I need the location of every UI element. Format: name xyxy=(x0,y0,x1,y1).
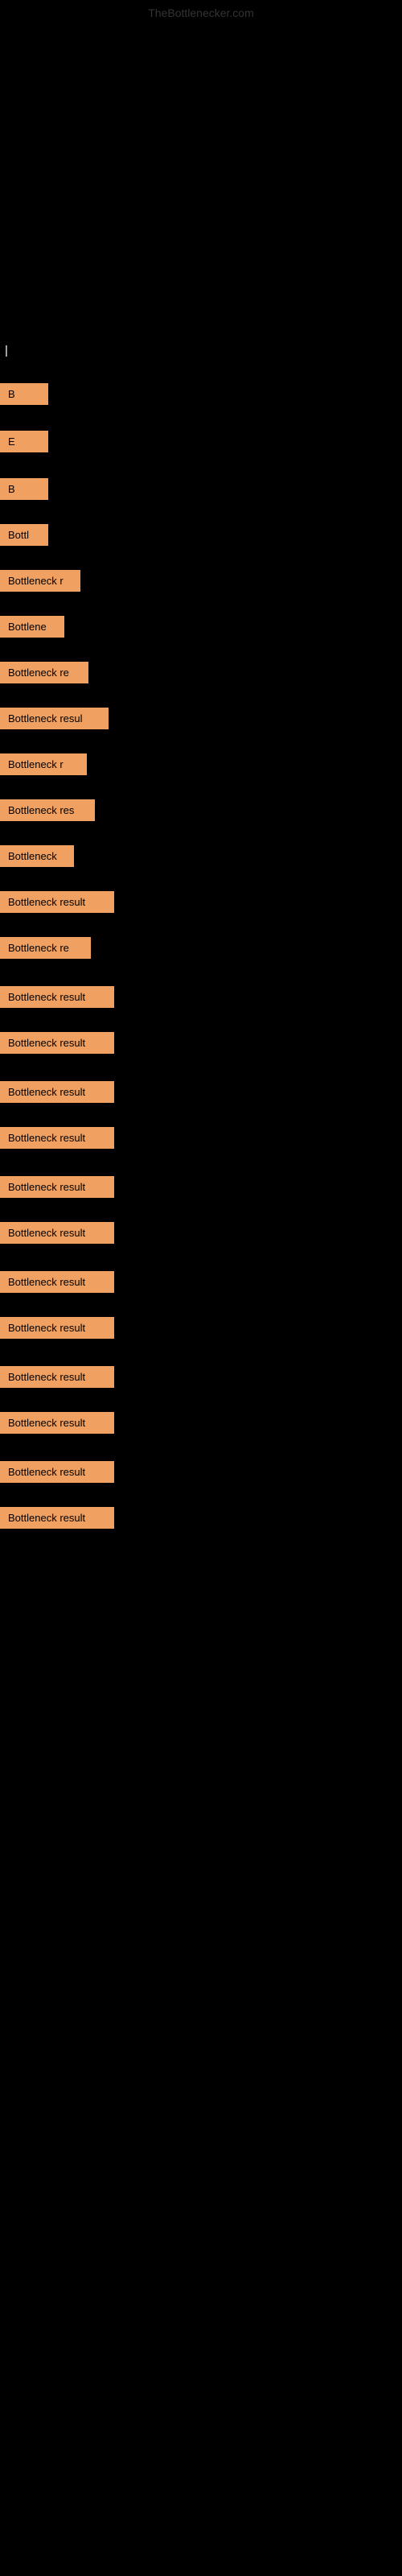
bottleneck-badge[interactable]: Bottleneck result xyxy=(0,1507,114,1529)
bottleneck-badge[interactable]: Bottleneck result xyxy=(0,1461,114,1483)
list-item: Bottleneck resul xyxy=(0,708,402,729)
main-content: | B E B Bottl Bottleneck r Bottlene Bott… xyxy=(0,0,402,1529)
bottleneck-badge[interactable]: E xyxy=(0,431,48,452)
bottleneck-badge[interactable]: B xyxy=(0,478,48,500)
site-title: TheBottlenecker.com xyxy=(148,6,254,19)
bottleneck-badge[interactable]: Bottleneck r xyxy=(0,570,80,592)
list-item: Bottleneck r xyxy=(0,570,402,592)
list-item: Bottleneck result xyxy=(0,1317,402,1339)
bottleneck-badge[interactable]: Bottleneck result xyxy=(0,1176,114,1198)
list-item: Bottleneck result xyxy=(0,1366,402,1388)
list-item: Bottleneck result xyxy=(0,1222,402,1244)
list-item: Bottleneck re xyxy=(0,662,402,683)
bottleneck-badge[interactable]: Bottleneck result xyxy=(0,1222,114,1244)
list-item: B xyxy=(0,478,402,500)
list-item: Bottleneck re xyxy=(0,937,402,959)
list-item: Bottleneck result xyxy=(0,1461,402,1483)
bottleneck-badge[interactable]: Bottleneck res xyxy=(0,799,95,821)
list-item: Bottleneck result xyxy=(0,1176,402,1198)
list-item: Bottl xyxy=(0,524,402,546)
bottleneck-badge[interactable]: Bottleneck result xyxy=(0,1317,114,1339)
bottleneck-badge[interactable]: Bottleneck result xyxy=(0,1127,114,1149)
bottleneck-badge[interactable]: Bottleneck result xyxy=(0,1271,114,1293)
list-item: Bottlene xyxy=(0,616,402,638)
bottleneck-badge[interactable]: Bottleneck result xyxy=(0,1081,114,1103)
list-item: Bottleneck result xyxy=(0,986,402,1008)
list-item: E xyxy=(0,431,402,452)
bottleneck-badge[interactable]: Bottleneck r xyxy=(0,753,87,775)
bottleneck-badge[interactable]: Bottleneck re xyxy=(0,937,91,959)
list-item: Bottleneck result xyxy=(0,1032,402,1054)
list-item: Bottleneck result xyxy=(0,1081,402,1103)
bottleneck-badge[interactable]: Bottleneck re xyxy=(0,662,88,683)
list-item: Bottleneck result xyxy=(0,1271,402,1293)
list-item: Bottleneck res xyxy=(0,799,402,821)
section-label: | xyxy=(3,341,10,361)
list-item: Bottleneck result xyxy=(0,891,402,913)
list-item: Bottleneck r xyxy=(0,753,402,775)
bottleneck-badge[interactable]: B xyxy=(0,383,48,405)
bottleneck-badge[interactable]: Bottleneck xyxy=(0,845,74,867)
list-item: Bottleneck result xyxy=(0,1127,402,1149)
list-item: Bottleneck result xyxy=(0,1412,402,1434)
bottleneck-badge[interactable]: Bottl xyxy=(0,524,48,546)
bottleneck-badge[interactable]: Bottleneck resul xyxy=(0,708,109,729)
bottleneck-badge[interactable]: Bottleneck result xyxy=(0,1032,114,1054)
bottleneck-badge[interactable]: Bottleneck result xyxy=(0,1412,114,1434)
bottleneck-badge[interactable]: Bottleneck result xyxy=(0,986,114,1008)
bottleneck-badge[interactable]: Bottleneck result xyxy=(0,891,114,913)
list-item: B xyxy=(0,383,402,405)
list-item: Bottleneck result xyxy=(0,1507,402,1529)
bottleneck-badge[interactable]: Bottlene xyxy=(0,616,64,638)
list-item: Bottleneck xyxy=(0,845,402,867)
bottleneck-badge[interactable]: Bottleneck result xyxy=(0,1366,114,1388)
